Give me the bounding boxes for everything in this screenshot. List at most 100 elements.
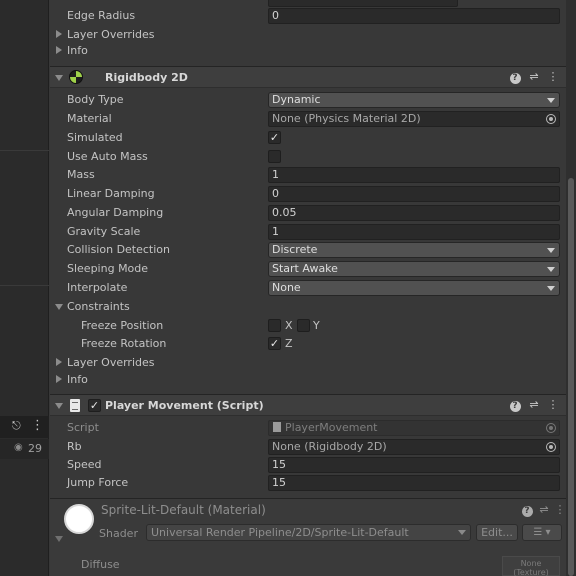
freeze-position-x-checkbox[interactable]: [268, 319, 281, 332]
component-menu-icon[interactable]: ⋮: [553, 503, 567, 517]
presets-icon[interactable]: ⇌: [527, 398, 541, 412]
presets-icon[interactable]: ⇌: [537, 503, 551, 517]
interpolate-row: Interpolate None: [50, 279, 566, 297]
scrollbar-thumb[interactable]: [568, 178, 574, 576]
edit-shader-button[interactable]: Edit...: [476, 524, 518, 541]
foldout-arrow-icon[interactable]: [56, 358, 62, 366]
collision-detection-row: Collision Detection Discrete: [50, 241, 566, 259]
linear-damping-label: Linear Damping: [67, 187, 155, 200]
rigidbody-2d-header[interactable]: Rigidbody 2D ? ⇌ ⋮: [50, 66, 566, 88]
eye-icon[interactable]: ◉: [14, 443, 28, 453]
rigidbody-2d-icon: [69, 70, 83, 84]
speed-label: Speed: [67, 458, 102, 471]
interpolate-dropdown[interactable]: None: [268, 280, 560, 296]
collision-detection-label: Collision Detection: [67, 243, 171, 256]
mass-field[interactable]: 1: [268, 167, 560, 183]
foldout-arrow-icon[interactable]: [56, 375, 62, 383]
use-auto-mass-label: Use Auto Mass: [67, 150, 148, 163]
use-auto-mass-checkbox[interactable]: [268, 150, 281, 163]
material-foldout-arrow-icon[interactable]: [55, 536, 63, 542]
size-field[interactable]: [268, 0, 458, 7]
gravity-scale-field[interactable]: 1: [268, 224, 560, 240]
freeze-rotation-z-checkbox[interactable]: ✓: [268, 337, 281, 350]
script-object-field: PlayerMovement: [268, 420, 560, 436]
speed-row: Speed 15: [50, 456, 566, 474]
scene-grid-line: [0, 150, 49, 151]
material-title: Sprite-Lit-Default (Material): [101, 503, 266, 517]
help-icon[interactable]: ?: [508, 70, 522, 84]
jump-force-field[interactable]: 15: [268, 475, 560, 491]
chevron-down-icon: [547, 267, 555, 272]
diffuse-texture-slot[interactable]: None (Texture): [502, 556, 560, 576]
jump-force-label: Jump Force: [67, 476, 129, 489]
shader-options-button[interactable]: ☰ ▾: [522, 524, 562, 541]
simulated-checkbox[interactable]: ✓: [268, 131, 281, 144]
layer-overrides-label: Layer Overrides: [67, 28, 155, 41]
foldout-arrow-icon[interactable]: [55, 304, 63, 310]
scene-grid-line: [0, 285, 49, 286]
chevron-down-icon: [547, 286, 555, 291]
jump-force-row: Jump Force 15: [50, 474, 566, 492]
rigidbody-info-foldout[interactable]: Info: [50, 371, 566, 389]
mass-label: Mass: [67, 168, 95, 181]
use-auto-mass-row: Use Auto Mass: [50, 148, 566, 166]
body-type-dropdown[interactable]: Dynamic: [268, 92, 560, 108]
script-row: Script PlayerMovement: [50, 419, 566, 437]
freeze-position-label: Freeze Position: [81, 319, 164, 332]
sleeping-mode-row: Sleeping Mode Start Awake: [50, 260, 566, 278]
linear-damping-field[interactable]: 0: [268, 186, 560, 202]
texture-slot-line2: (Texture): [513, 568, 549, 576]
foldout-arrow-icon[interactable]: [56, 46, 62, 54]
object-picker-icon[interactable]: [546, 442, 556, 452]
speed-field[interactable]: 15: [268, 457, 560, 473]
script-icon: [70, 399, 80, 412]
linear-damping-row: Linear Damping 0: [50, 185, 566, 203]
foldout-arrow-icon[interactable]: [56, 30, 62, 38]
axis-y-label: Y: [313, 319, 320, 332]
scene-view-strip[interactable]: [0, 0, 49, 576]
material-label: Material: [67, 112, 112, 125]
visibility-count: 29: [28, 442, 42, 455]
more-menu-icon[interactable]: ⋮: [31, 418, 44, 434]
freeze-rotation-label: Freeze Rotation: [81, 337, 167, 350]
shader-dropdown[interactable]: Universal Render Pipeline/2D/Sprite-Lit-…: [146, 524, 471, 541]
constraints-foldout[interactable]: Constraints: [50, 298, 566, 316]
material-object-field[interactable]: None (Physics Material 2D): [268, 111, 560, 127]
material-preview-thumbnail: [64, 504, 94, 534]
simulated-row: Simulated ✓: [50, 129, 566, 147]
component-menu-icon[interactable]: ⋮: [546, 398, 560, 412]
angular-damping-field[interactable]: 0.05: [268, 205, 560, 221]
interpolate-label: Interpolate: [67, 281, 128, 294]
diffuse-label: Diffuse: [81, 558, 120, 571]
freeze-rotation-row: Freeze Rotation ✓ Z: [50, 335, 566, 353]
presets-icon[interactable]: ⇌: [527, 70, 541, 84]
axis-x-label: X: [285, 319, 293, 332]
rigidbody-layer-overrides-foldout[interactable]: Layer Overrides: [50, 354, 566, 372]
gravity-scale-row: Gravity Scale 1: [50, 223, 566, 241]
player-movement-header[interactable]: ✓ Player Movement (Script) ? ⇌ ⋮: [50, 394, 566, 416]
gravity-scale-label: Gravity Scale: [67, 225, 141, 238]
constraints-label: Constraints: [67, 300, 130, 313]
edge-radius-field[interactable]: 0: [268, 8, 560, 24]
help-icon[interactable]: ?: [508, 398, 522, 412]
object-picker-icon[interactable]: [546, 114, 556, 124]
lock-icon[interactable]: ⎋: [12, 420, 24, 432]
sleeping-mode-dropdown[interactable]: Start Awake: [268, 261, 560, 277]
texture-slot-line1: None: [520, 559, 542, 568]
sleeping-mode-label: Sleeping Mode: [67, 262, 149, 275]
chevron-down-icon: [547, 248, 555, 253]
rb-object-field[interactable]: None (Rigidbody 2D): [268, 439, 560, 455]
collider-info-foldout[interactable]: Info: [50, 42, 566, 60]
chevron-down-icon: [547, 98, 555, 103]
help-icon[interactable]: ?: [520, 503, 534, 517]
component-enabled-checkbox[interactable]: ✓: [88, 399, 101, 412]
foldout-arrow-icon[interactable]: [55, 403, 63, 409]
freeze-position-y-checkbox[interactable]: [297, 319, 310, 332]
component-title: Rigidbody 2D: [105, 71, 188, 84]
collision-detection-dropdown[interactable]: Discrete: [268, 242, 560, 258]
foldout-arrow-icon[interactable]: [55, 75, 63, 81]
component-menu-icon[interactable]: ⋮: [546, 70, 560, 84]
body-type-label: Body Type: [67, 93, 124, 106]
mass-row: Mass 1: [50, 166, 566, 184]
angular-damping-label: Angular Damping: [67, 206, 164, 219]
